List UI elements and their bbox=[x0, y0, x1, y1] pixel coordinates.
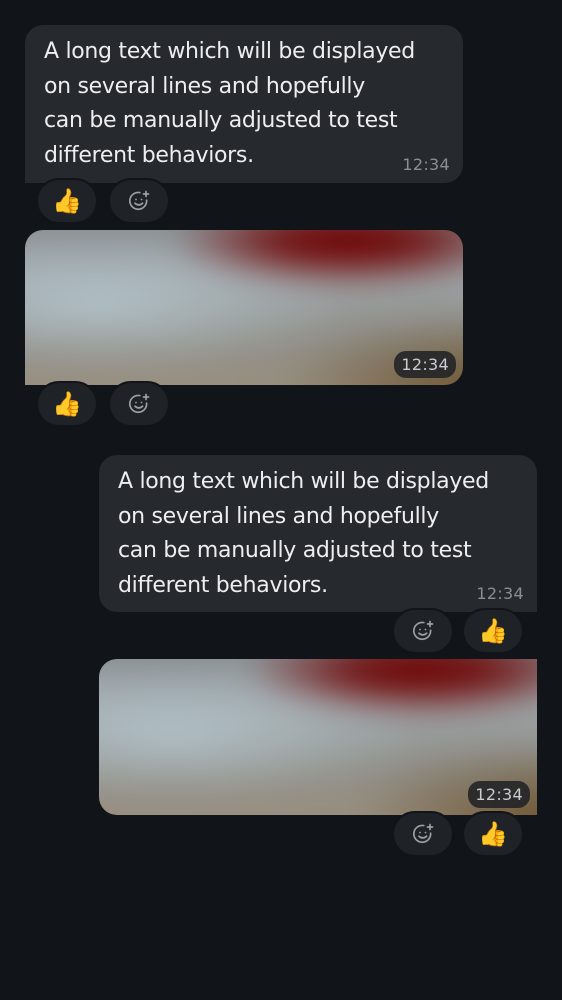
message-bubble-incoming[interactable]: A long text which will be displayed on s… bbox=[25, 25, 463, 183]
image-message-incoming[interactable]: 12:34 bbox=[25, 230, 463, 385]
thumbs-up-emoji: 👍 bbox=[52, 390, 82, 418]
image-timestamp: 12:34 bbox=[394, 351, 456, 378]
thumbs-up-emoji: 👍 bbox=[52, 187, 82, 215]
message-timestamp: 12:34 bbox=[402, 155, 450, 174]
add-reaction-button[interactable] bbox=[392, 811, 454, 857]
add-reaction-button[interactable] bbox=[108, 381, 170, 427]
reaction-thumbs-up[interactable]: 👍 bbox=[36, 178, 98, 224]
message-text: A long text which will be displayed on s… bbox=[44, 39, 415, 168]
reaction-thumbs-up[interactable]: 👍 bbox=[462, 811, 524, 857]
thumbs-up-emoji: 👍 bbox=[478, 820, 508, 848]
message-timestamp: 12:34 bbox=[476, 584, 524, 603]
add-reaction-icon bbox=[129, 190, 150, 211]
add-reaction-button[interactable] bbox=[392, 608, 454, 654]
thumbs-up-emoji: 👍 bbox=[478, 617, 508, 645]
add-reaction-icon bbox=[129, 393, 150, 414]
image-timestamp: 12:34 bbox=[468, 781, 530, 808]
image-message-outgoing[interactable]: 12:34 bbox=[99, 659, 537, 815]
reaction-thumbs-up[interactable]: 👍 bbox=[36, 381, 98, 427]
add-reaction-icon bbox=[413, 620, 434, 641]
add-reaction-icon bbox=[413, 823, 434, 844]
reaction-thumbs-up[interactable]: 👍 bbox=[462, 608, 524, 654]
add-reaction-button[interactable] bbox=[108, 178, 170, 224]
message-text: A long text which will be displayed on s… bbox=[118, 469, 489, 598]
message-bubble-outgoing[interactable]: A long text which will be displayed on s… bbox=[99, 455, 537, 612]
